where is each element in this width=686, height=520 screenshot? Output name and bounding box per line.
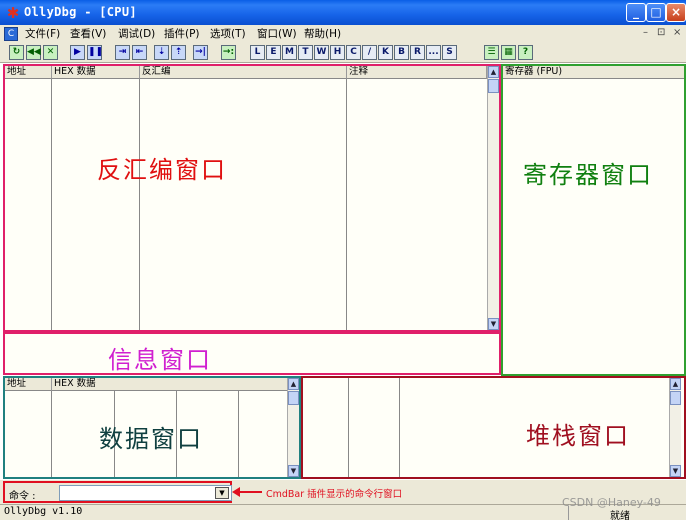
chevron-up-icon[interactable]: ▲ (670, 378, 681, 390)
dump-window-label: 数据窗口 (99, 425, 203, 453)
chevron-down-icon[interactable]: ▼ (488, 318, 499, 330)
scrollbar-thumb[interactable] (288, 391, 299, 405)
chevron-up-icon[interactable]: ▲ (488, 66, 499, 78)
menu-help[interactable]: 帮助(H) (304, 27, 341, 41)
bug-icon: ✱ (6, 4, 20, 22)
source-window-button[interactable]: S (442, 45, 457, 60)
modules-window-button[interactable]: E (266, 45, 281, 60)
run-trace-window-button[interactable]: ... (426, 45, 441, 60)
info-window-label: 信息窗口 (108, 346, 212, 374)
mdi-minimize-button[interactable]: – (643, 27, 648, 38)
column-header-comment[interactable]: 注释 (347, 66, 487, 79)
pause-button[interactable]: ❚❚ (87, 45, 103, 60)
column-divider (348, 378, 349, 477)
memory-window-button[interactable]: M (282, 45, 297, 60)
stack-pane[interactable]: ▲ ▼ 堆栈窗口 (301, 376, 686, 479)
chevron-down-icon[interactable]: ▼ (670, 465, 681, 477)
log-window-button[interactable]: L (250, 45, 265, 60)
references-window-button[interactable]: R (410, 45, 425, 60)
minimize-button[interactable]: _ (626, 3, 646, 22)
threads-window-button[interactable]: T (298, 45, 313, 60)
menu-bar: C 文件(F) 查看(V) 调试(D) 插件(P) 选项(T) 窗口(W) 帮助… (0, 25, 686, 43)
execute-till-return-button[interactable]: →| (193, 45, 208, 60)
dump-pane[interactable]: 地址 HEX 数据 ▲ ▼ 数据窗口 (3, 376, 301, 479)
toolbar: ↻ ◀◀ ✕ ▶ ❚❚ ⇥ ⇤ ⇣ ⇡ →| →: L E M T W H C … (0, 43, 686, 63)
chevron-down-icon[interactable]: ▼ (215, 487, 229, 499)
column-header-hex[interactable]: HEX 数据 (52, 378, 288, 391)
column-divider (51, 391, 52, 477)
menu-options[interactable]: 选项(T) (210, 27, 246, 41)
step-over-button[interactable]: ⇤ (132, 45, 147, 60)
column-divider (399, 378, 400, 477)
stack-scrollbar[interactable]: ▲ ▼ (669, 378, 681, 477)
command-input[interactable] (59, 485, 232, 501)
title-bar[interactable]: ✱ OllyDbg - [CPU] _ □ × (0, 0, 686, 25)
menu-view[interactable]: 查看(V) (70, 27, 106, 41)
cmdbar-annotation: CmdBar 插件显示的命令行窗口 (266, 489, 403, 500)
stop-button[interactable]: ✕ (43, 45, 58, 60)
status-version: OllyDbg v1.10 (4, 506, 83, 517)
command-box: 命令 : ▼ (3, 481, 232, 503)
scrollbar-thumb[interactable] (670, 391, 681, 405)
scrollbar-thumb[interactable] (488, 79, 499, 93)
mdi-close-button[interactable]: × (673, 27, 681, 38)
mdi-restore-button[interactable]: ⊡ (657, 27, 665, 38)
column-header-address[interactable]: 地址 (5, 378, 52, 391)
info-pane[interactable]: 信息窗口 (3, 332, 501, 375)
handles-window-button[interactable]: H (330, 45, 345, 60)
dump-scrollbar[interactable]: ▲ ▼ (287, 378, 299, 477)
stack-window-label: 堆栈窗口 (526, 422, 630, 450)
menu-file[interactable]: 文件(F) (25, 27, 60, 41)
chevron-up-icon[interactable]: ▲ (288, 378, 299, 390)
menu-window[interactable]: 窗口(W) (257, 27, 297, 41)
command-label: 命令 : (9, 491, 36, 502)
column-header-hex[interactable]: HEX 数据 (52, 66, 140, 79)
column-divider (51, 79, 52, 330)
watermark: CSDN @Haney-49 (562, 496, 661, 509)
column-header-address[interactable]: 地址 (5, 66, 52, 79)
window-title: OllyDbg - [CPU] (24, 5, 137, 19)
menu-debug[interactable]: 调试(D) (118, 27, 155, 41)
disassembly-window-label: 反汇编窗口 (97, 156, 227, 184)
chevron-down-icon[interactable]: ▼ (288, 465, 299, 477)
column-divider (139, 79, 140, 330)
list-button[interactable]: ☰ (484, 45, 499, 60)
column-divider (346, 79, 347, 330)
trace-over-button[interactable]: ⇡ (171, 45, 186, 60)
registers-header[interactable]: 寄存器 (FPU) (503, 66, 684, 79)
patches-window-button[interactable]: / (362, 45, 377, 60)
close-program-button[interactable]: ◀◀ (26, 45, 41, 60)
help-button[interactable]: ? (518, 45, 533, 60)
breakpoints-window-button[interactable]: B (394, 45, 409, 60)
registers-pane[interactable]: 寄存器 (FPU) 寄存器窗口 (501, 64, 686, 376)
trace-into-button[interactable]: ⇣ (154, 45, 169, 60)
close-button[interactable]: × (666, 3, 686, 22)
goto-button[interactable]: →: (221, 45, 236, 60)
restart-button[interactable]: ↻ (9, 45, 24, 60)
step-into-button[interactable]: ⇥ (115, 45, 130, 60)
registers-window-label: 寄存器窗口 (523, 161, 653, 189)
annotation-arrow (236, 491, 262, 493)
column-divider (238, 391, 239, 477)
menu-plugins[interactable]: 插件(P) (164, 27, 200, 41)
call-stack-window-button[interactable]: K (378, 45, 393, 60)
cpu-window-icon[interactable]: C (4, 27, 18, 41)
windows-window-button[interactable]: W (314, 45, 329, 60)
disassembly-scrollbar[interactable]: ▲ ▼ (487, 66, 499, 330)
options-button[interactable]: ▦ (501, 45, 516, 60)
run-button[interactable]: ▶ (70, 45, 85, 60)
column-header-disassembly[interactable]: 反汇编 (140, 66, 347, 79)
maximize-button[interactable]: □ (646, 3, 666, 22)
cpu-window-button[interactable]: C (346, 45, 361, 60)
disassembly-pane[interactable]: 地址 HEX 数据 反汇编 注释 ▲ ▼ 反汇编窗口 (3, 64, 501, 332)
